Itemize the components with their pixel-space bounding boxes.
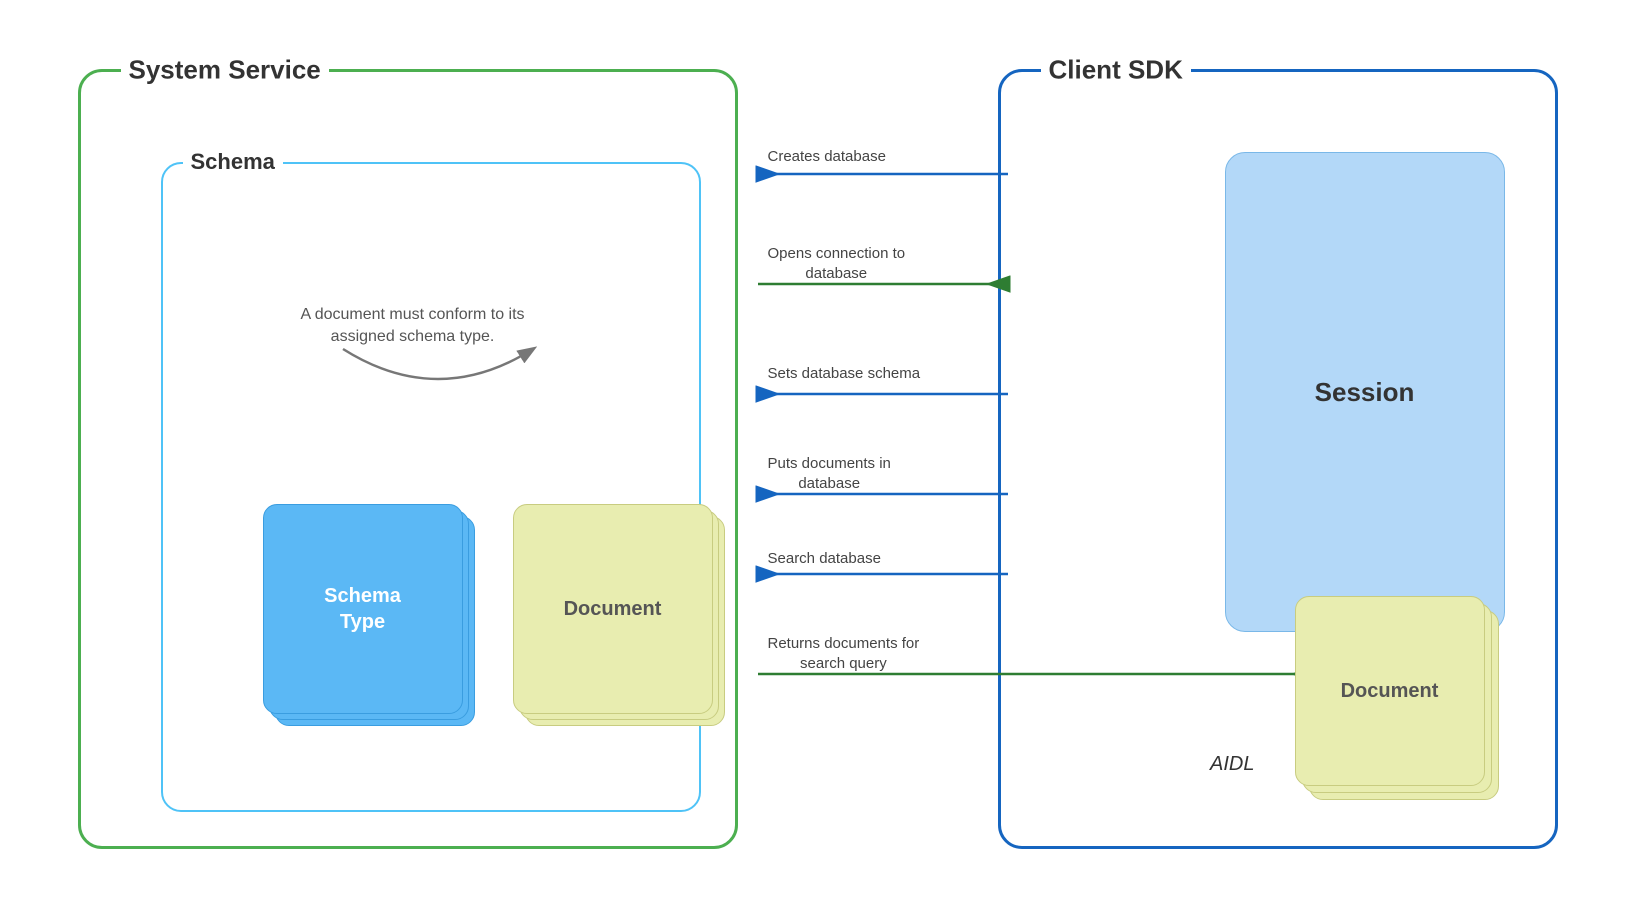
schema-curved-arrow [263,339,613,439]
document-stack-schema: Document [513,504,713,714]
client-sdk-box: Client SDK Session Document AIDL [998,69,1558,849]
session-label: Session [1315,377,1415,408]
arrow-label-puts-docs: Puts documents indatabase [768,454,891,493]
arrow-label-returns-docs: Returns documents forsearch query [768,634,920,673]
arrow-label-opens-connection: Opens connection todatabase [768,244,906,283]
schema-type-stack: SchemaType [263,504,463,714]
schema-label: Schema [183,149,283,175]
arrow-label-search-db: Search database [768,549,881,569]
session-card: Session [1225,152,1505,632]
arrow-label-creates-db: Creates database [768,147,886,167]
system-service-label: System Service [121,55,329,86]
schema-type-label: SchemaType [324,583,401,635]
aidl-label: AIDL [1210,753,1254,776]
system-service-box: System Service Schema A document must co… [78,69,738,849]
schema-type-card-front: SchemaType [263,504,463,714]
client-sdk-label: Client SDK [1041,55,1191,86]
arrow-label-sets-schema: Sets database schema [768,364,921,384]
doc-schema-card-front: Document [513,504,713,714]
schema-box: Schema A document must conform to its as… [161,162,701,812]
doc-sdk-card-front: Document [1295,596,1485,786]
doc-sdk-label: Document [1341,680,1439,703]
diagram-container: System Service Schema A document must co… [48,39,1588,879]
document-stack-sdk: Document [1295,596,1485,786]
doc-schema-label: Document [564,598,662,621]
